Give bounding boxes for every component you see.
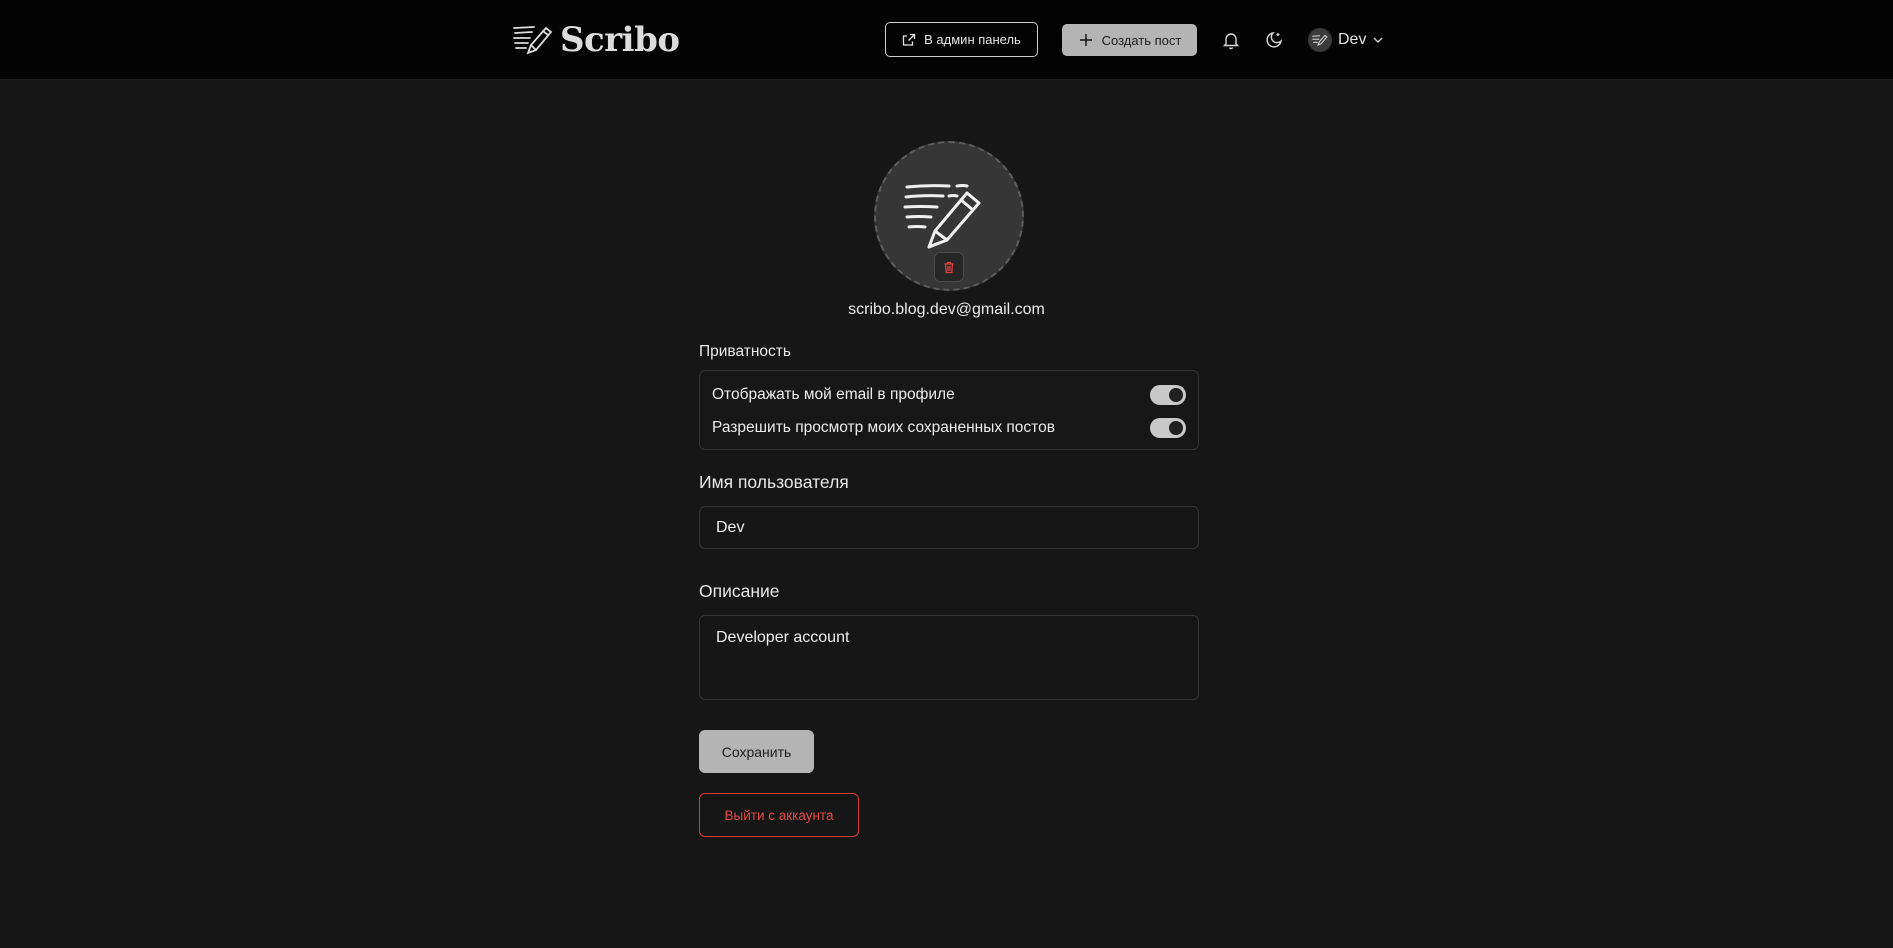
logo[interactable]: Scribo	[512, 20, 680, 60]
show-email-toggle[interactable]	[1150, 385, 1186, 405]
logo-text: Scribo	[560, 20, 680, 60]
delete-avatar-button[interactable]	[934, 252, 964, 282]
admin-panel-button[interactable]: В админ панель	[885, 22, 1038, 57]
avatar	[1308, 28, 1332, 52]
logout-button[interactable]: Выйти с аккаунта	[699, 793, 859, 837]
privacy-option-label: Разрешить просмотр моих сохраненных пост…	[712, 419, 1055, 436]
external-link-icon	[902, 33, 916, 46]
profile-email: scribo.blog.dev@gmail.com	[848, 301, 1045, 318]
chevron-down-icon	[1373, 37, 1383, 43]
privacy-option-saved-posts: Разрешить просмотр моих сохраненных пост…	[712, 414, 1186, 442]
description-label: Описание	[699, 581, 780, 601]
admin-panel-label: В админ панель	[924, 32, 1021, 47]
theme-toggle-moon-icon[interactable]	[1262, 28, 1286, 52]
username-label: Имя пользователя	[699, 472, 849, 492]
scribo-avatar-icon	[903, 184, 981, 249]
top-navbar: Scribo В админ панель Создать пост Dev	[0, 0, 1893, 80]
trash-icon	[944, 261, 954, 273]
notifications-bell-icon[interactable]	[1219, 28, 1243, 52]
user-name: Dev	[1338, 31, 1367, 48]
privacy-option-label: Отображать мой email в профиле	[712, 386, 955, 403]
create-post-label: Создать пост	[1101, 32, 1182, 48]
username-input[interactable]: Dev	[699, 506, 1199, 549]
plus-icon	[1079, 34, 1092, 46]
privacy-title: Приватность	[699, 343, 791, 360]
privacy-option-show-email: Отображать мой email в профиле	[712, 381, 1186, 409]
privacy-settings-box: Отображать мой email в профиле Разрешить…	[699, 370, 1199, 450]
description-value: Developer account	[716, 629, 850, 646]
user-menu[interactable]: Dev	[1308, 26, 1384, 54]
description-textarea[interactable]: Developer account	[699, 615, 1199, 700]
saved-posts-toggle[interactable]	[1150, 418, 1186, 438]
create-post-button[interactable]: Создать пост	[1062, 24, 1197, 56]
scribo-logo-icon	[513, 26, 553, 55]
username-value: Dev	[716, 518, 745, 536]
save-button[interactable]: Сохранить	[699, 730, 814, 773]
toggle-knob	[1169, 421, 1183, 435]
toggle-knob	[1169, 388, 1183, 402]
